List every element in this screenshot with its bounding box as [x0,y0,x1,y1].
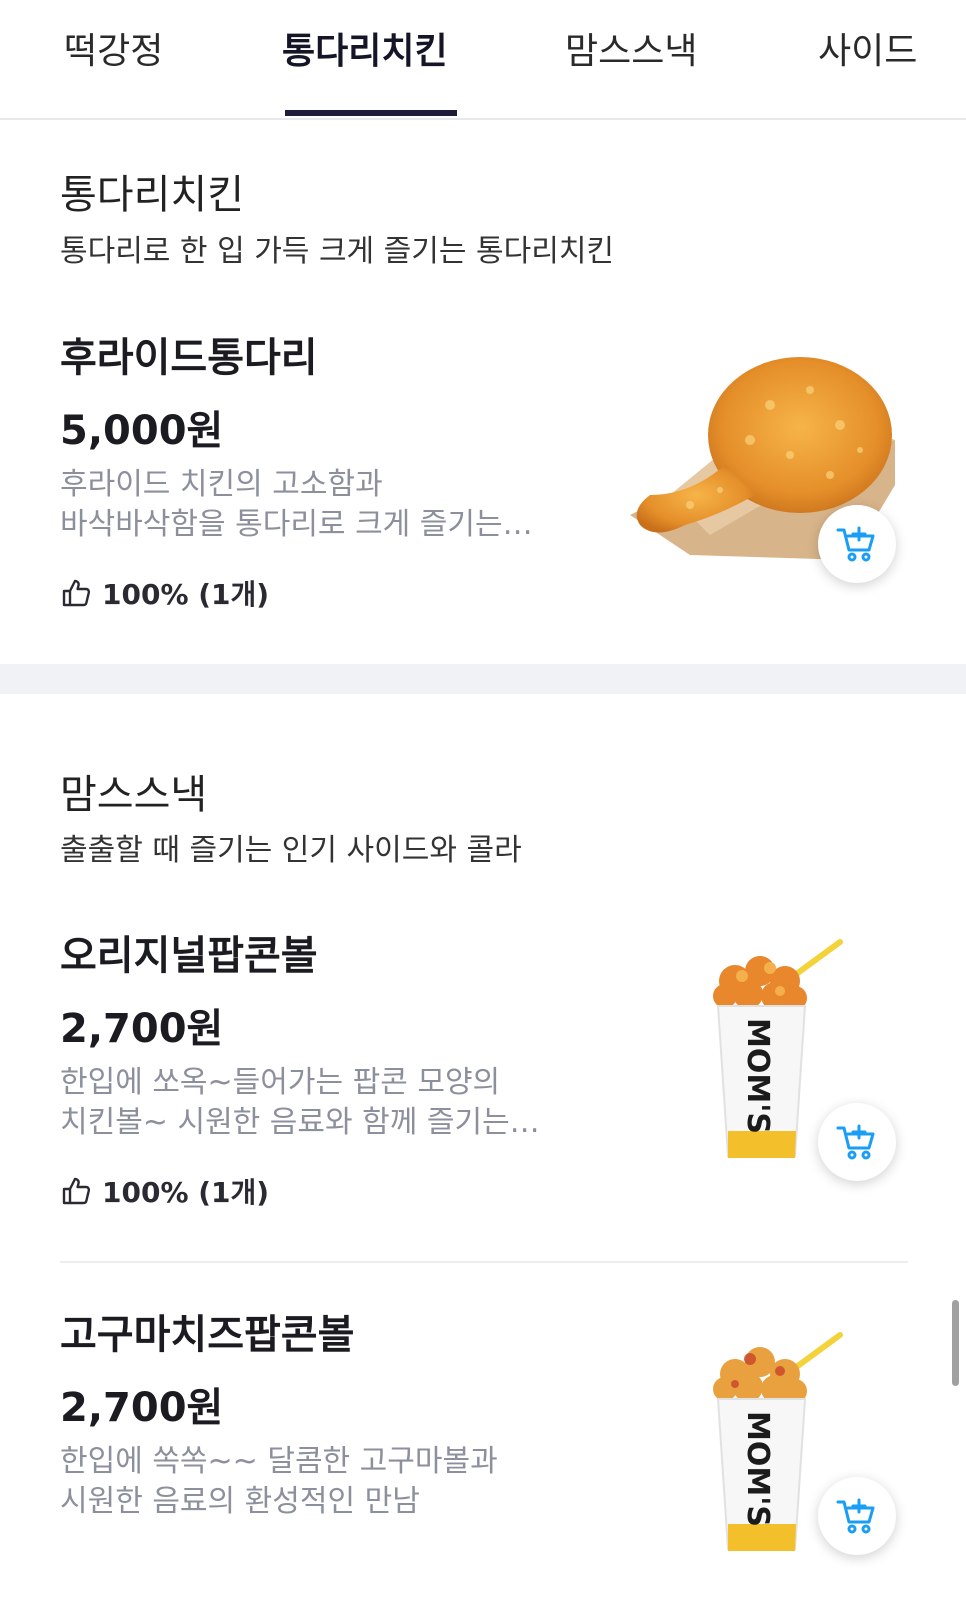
rating-text: 100% (1개) [102,1176,270,1209]
section-description: 출출할 때 즐기는 인기 사이드와 콜라 [60,833,522,868]
tab-tongdari-chicken[interactable]: 통다리치킨 [282,22,448,72]
active-tab-indicator [285,110,457,116]
item-name: 후라이드통다리 [60,335,318,381]
tab-side[interactable]: 사이드 [818,22,917,72]
item-description-line: 치킨볼~ 시원한 음료와 함께 즐기는… [60,1105,540,1140]
tab-tteokgangjeong[interactable]: 떡강정 [64,22,163,72]
add-to-cart-button[interactable] [818,505,896,583]
item-description: 후라이드 치킨의 고소함과 바삭바삭함을 통다리로 크게 즐기는… [60,465,565,545]
item-rating: 100% (1개) [60,575,269,611]
section-separator [0,664,966,694]
item-rating: 100% (1개) [60,1173,269,1209]
item-name: 고구마치즈팝콘볼 [60,1312,355,1358]
rating-text: 100% (1개) [102,578,270,611]
thumbs-up-icon [62,1177,91,1205]
add-to-cart-button[interactable] [818,1477,896,1555]
item-description-line: 시원한 음료의 환성적인 만남 [60,1484,420,1519]
section-title: 맘스스낵 [60,772,208,818]
thumbs-up-icon [62,579,91,607]
add-to-cart-icon [836,1498,875,1534]
add-to-cart-button[interactable] [818,1103,896,1181]
add-to-cart-icon [836,526,875,562]
cup-brand-text: MOM'S [740,1411,775,1527]
section-title: 통다리치킨 [60,172,244,218]
item-description: 한입에 쏙쏙~~ 달콤한 고구마볼과 시원한 음료의 환성적인 만남 [60,1442,565,1522]
add-to-cart-icon [836,1124,875,1160]
item-description-line: 후라이드 치킨의 고소함과 [60,467,383,502]
category-tab-bar: 떡강정 통다리치킨 맘스스낵 사이드 [0,0,966,120]
item-price: 2,700원 [60,1385,224,1431]
section-description: 통다리로 한 입 가득 크게 즐기는 통다리치킨 [60,234,615,269]
item-divider [60,1261,908,1263]
item-description-line: 한입에 쏙쏙~~ 달콤한 고구마볼과 [60,1444,498,1479]
vertical-scrollbar[interactable] [952,1300,959,1386]
item-price: 2,700원 [60,1006,224,1052]
item-name: 오리지널팝콘볼 [60,933,318,979]
cup-brand-text: MOM'S [740,1018,775,1134]
item-price: 5,000원 [60,408,224,454]
item-description-line: 한입에 쏘옥~들어가는 팝콘 모양의 [60,1065,501,1100]
item-description-line: 바삭바삭함을 통다리로 크게 즐기는… [60,507,533,542]
item-description: 한입에 쏘옥~들어가는 팝콘 모양의 치킨볼~ 시원한 음료와 함께 즐기는… [60,1063,565,1143]
tab-moms-snack[interactable]: 맘스스낵 [565,22,697,72]
